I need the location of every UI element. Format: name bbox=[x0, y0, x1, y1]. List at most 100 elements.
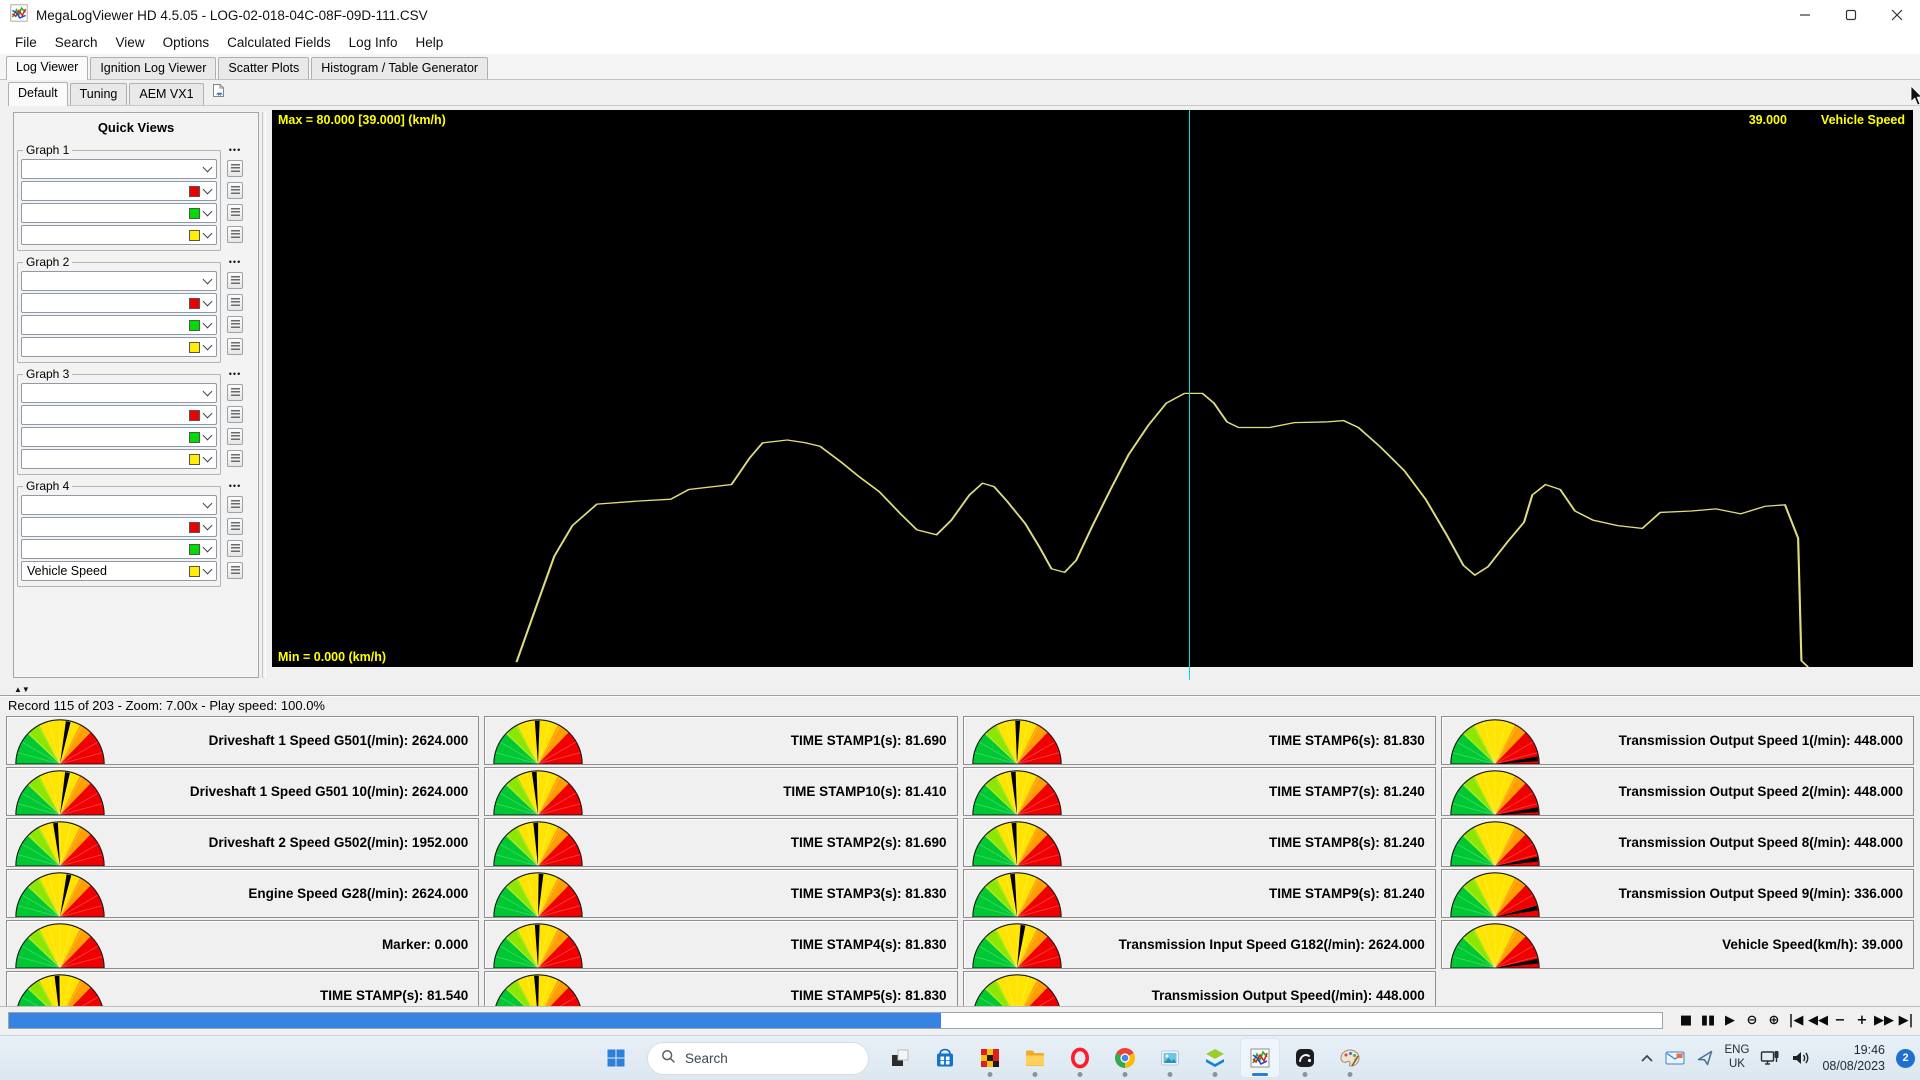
gauge-display-button[interactable] bbox=[227, 450, 243, 467]
skip-end-button[interactable]: ▶| bbox=[1895, 1010, 1917, 1031]
menu-calculated-fields[interactable]: Calculated Fields bbox=[218, 32, 340, 53]
gauge-display-button[interactable] bbox=[227, 338, 243, 355]
gauge-display-button[interactable] bbox=[227, 540, 243, 557]
channel-select[interactable] bbox=[21, 315, 217, 335]
gauge-display-button[interactable] bbox=[227, 294, 243, 311]
menu-help[interactable]: Help bbox=[406, 32, 452, 53]
pause-button[interactable]: ▮▮ bbox=[1697, 1010, 1719, 1031]
clock[interactable]: 19:46 08/08/2023 bbox=[1822, 1042, 1885, 1075]
gauge-display-button[interactable] bbox=[227, 204, 243, 221]
megalogviewer-icon[interactable] bbox=[1240, 1038, 1280, 1078]
search-icon bbox=[661, 1049, 676, 1067]
overlapping-squares-icon[interactable] bbox=[880, 1038, 920, 1078]
gauge-display-button[interactable] bbox=[227, 384, 243, 401]
view-tab-tuning[interactable]: Tuning bbox=[70, 83, 128, 105]
gauge-dial bbox=[964, 768, 1063, 815]
microsoft-store-icon[interactable] bbox=[925, 1038, 965, 1078]
tiles-app-icon[interactable] bbox=[970, 1038, 1010, 1078]
channel-select[interactable] bbox=[21, 159, 217, 179]
more-options-button[interactable]: ••• bbox=[229, 368, 241, 380]
stop-button[interactable]: ■ bbox=[1675, 1010, 1697, 1031]
zoom-in-button[interactable]: ⊕ bbox=[1763, 1010, 1785, 1031]
gauge-display-button[interactable] bbox=[227, 428, 243, 445]
menu-options[interactable]: Options bbox=[154, 32, 219, 53]
log-chart[interactable]: Max = 80.000 [39.000] (km/h) 39.000 Vehi… bbox=[272, 110, 1913, 667]
menu-view[interactable]: View bbox=[107, 32, 154, 53]
play-button[interactable]: ▶ bbox=[1719, 1010, 1741, 1031]
skip-start-button[interactable]: |◀ bbox=[1785, 1010, 1807, 1031]
file-explorer-icon[interactable] bbox=[1015, 1038, 1055, 1078]
rewind-button[interactable]: ◀◀ bbox=[1807, 1010, 1829, 1031]
taskbar-search[interactable]: Search bbox=[647, 1042, 869, 1075]
minimize-button[interactable] bbox=[1782, 0, 1828, 30]
more-options-button[interactable]: ••• bbox=[229, 256, 241, 268]
channel-select[interactable] bbox=[21, 225, 217, 245]
channel-select[interactable] bbox=[21, 271, 217, 291]
view-tab-default[interactable]: Default bbox=[8, 82, 68, 106]
network-icon[interactable] bbox=[1760, 1050, 1780, 1066]
bluestacks-icon[interactable] bbox=[1195, 1038, 1235, 1078]
tray-expand-icon[interactable] bbox=[1640, 1054, 1654, 1063]
notification-badge[interactable]: 2 bbox=[1896, 1049, 1915, 1068]
gauge-label: TIME STAMP10(s): 81.410 bbox=[584, 784, 956, 799]
panel-splitter[interactable] bbox=[262, 112, 266, 678]
maximize-button[interactable] bbox=[1828, 0, 1874, 30]
add-view-button[interactable] bbox=[206, 81, 231, 105]
dark-app-icon[interactable] bbox=[1285, 1038, 1325, 1078]
tab-scatter-plots[interactable]: Scatter Plots bbox=[218, 57, 309, 79]
channel-select[interactable] bbox=[21, 181, 217, 201]
gauge-display-button[interactable] bbox=[227, 160, 243, 177]
chart-cursor-value: 39.000 bbox=[1749, 113, 1787, 127]
zoom-out-button[interactable]: ⊖ bbox=[1741, 1010, 1763, 1031]
gauge-display-button[interactable] bbox=[227, 272, 243, 289]
chrome-icon[interactable] bbox=[1105, 1038, 1145, 1078]
channel-select[interactable]: Vehicle Speed bbox=[21, 561, 217, 581]
tab-log-viewer[interactable]: Log Viewer bbox=[6, 56, 88, 80]
channel-select[interactable] bbox=[21, 449, 217, 469]
start-icon[interactable] bbox=[596, 1038, 636, 1078]
gauge-display-button[interactable] bbox=[227, 226, 243, 243]
graph-group-box: Graph 1 bbox=[17, 143, 221, 251]
channel-select-value: Vehicle Speed bbox=[27, 564, 189, 578]
opera-icon[interactable] bbox=[1060, 1038, 1100, 1078]
channel-select[interactable] bbox=[21, 337, 217, 357]
volume-icon[interactable] bbox=[1791, 1050, 1811, 1066]
gauge-display-button[interactable] bbox=[227, 562, 243, 579]
channel-select[interactable] bbox=[21, 293, 217, 313]
more-options-button[interactable]: ••• bbox=[229, 144, 241, 156]
close-button[interactable] bbox=[1874, 0, 1920, 30]
menu-log-info[interactable]: Log Info bbox=[340, 32, 407, 53]
channel-select[interactable] bbox=[21, 203, 217, 223]
channel-select[interactable] bbox=[21, 495, 217, 515]
taskbar-apps: Search bbox=[596, 1036, 1370, 1080]
splitter-collapse-icon[interactable]: ▲▼ bbox=[14, 685, 30, 694]
channel-select[interactable] bbox=[21, 539, 217, 559]
gauge-display-button[interactable] bbox=[227, 496, 243, 513]
plus-button[interactable]: + bbox=[1851, 1010, 1873, 1031]
gauge-display-button[interactable] bbox=[227, 182, 243, 199]
menu-search[interactable]: Search bbox=[46, 32, 107, 53]
channel-select[interactable] bbox=[21, 427, 217, 447]
clock-date: 08/08/2023 bbox=[1822, 1058, 1885, 1074]
channel-select[interactable] bbox=[21, 405, 217, 425]
language-indicator[interactable]: ENG UK bbox=[1725, 1044, 1750, 1072]
palette-icon[interactable] bbox=[1330, 1038, 1370, 1078]
gauge-display-button[interactable] bbox=[227, 316, 243, 333]
view-tab-aem-vx1[interactable]: AEM VX1 bbox=[129, 83, 203, 105]
timeline-scrollbar[interactable] bbox=[8, 1012, 1663, 1029]
more-options-button[interactable]: ••• bbox=[229, 480, 241, 492]
fast-forward-button[interactable]: ▶▶ bbox=[1873, 1010, 1895, 1031]
gauge-display-button[interactable] bbox=[227, 406, 243, 423]
channel-select[interactable] bbox=[21, 383, 217, 403]
photos-icon[interactable] bbox=[1150, 1038, 1190, 1078]
tab-histogram-table-generator[interactable]: Histogram / Table Generator bbox=[311, 57, 488, 79]
send-icon[interactable] bbox=[1696, 1049, 1714, 1067]
minus-button[interactable]: − bbox=[1829, 1010, 1851, 1031]
mail-icon[interactable] bbox=[1665, 1050, 1685, 1066]
gauge-display-button[interactable] bbox=[227, 518, 243, 535]
chart-cursor-line[interactable] bbox=[1189, 110, 1190, 667]
channel-select[interactable] bbox=[21, 517, 217, 537]
tab-ignition-log-viewer[interactable]: Ignition Log Viewer bbox=[90, 57, 216, 79]
timeline-scrollbar-thumb[interactable] bbox=[9, 1013, 941, 1028]
menu-file[interactable]: File bbox=[6, 32, 46, 53]
